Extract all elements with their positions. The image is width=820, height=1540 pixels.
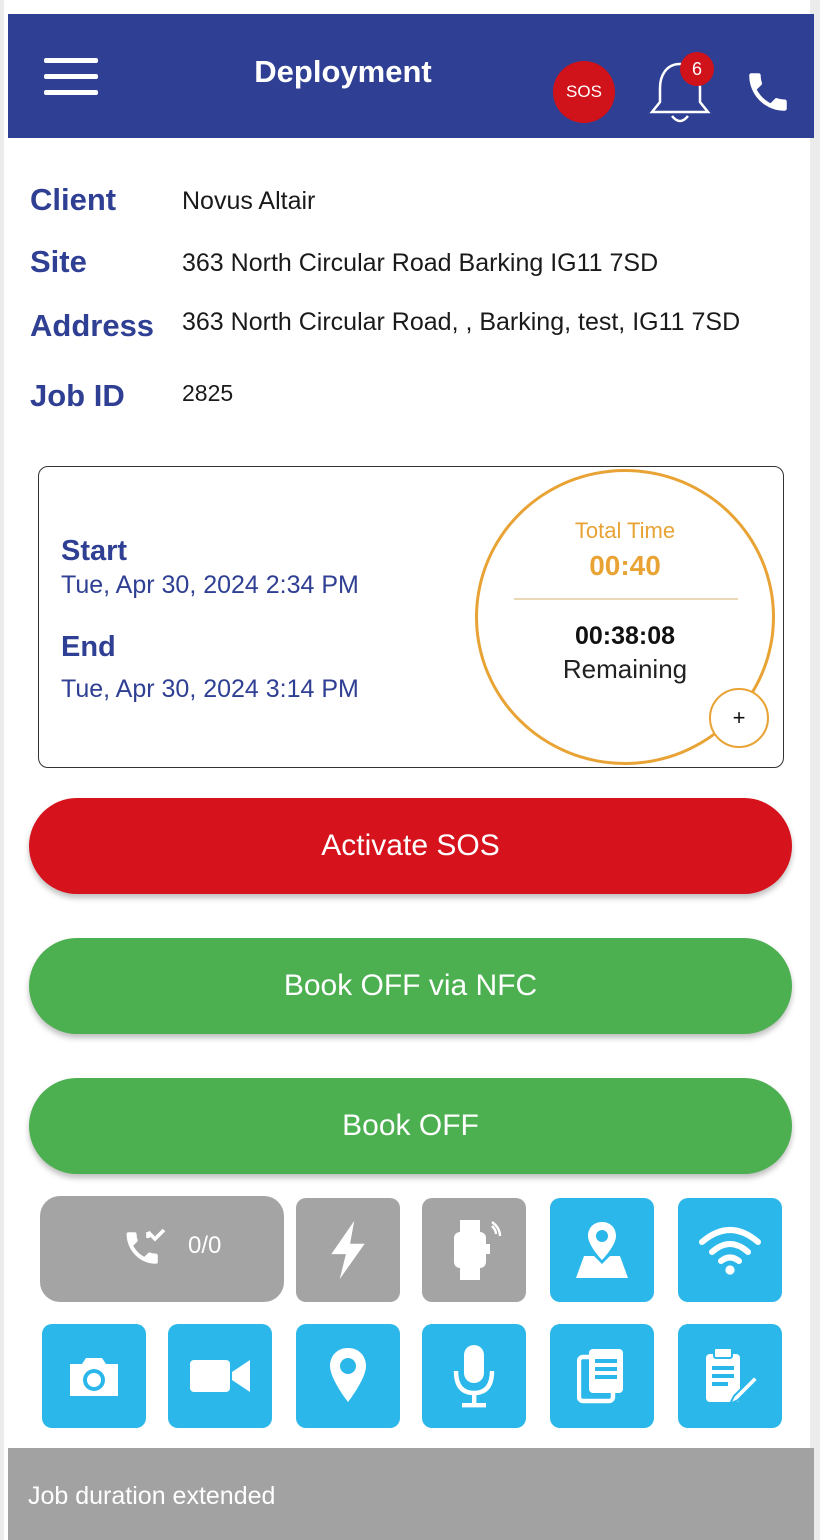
clipboard-tile[interactable] [678,1324,782,1428]
total-time-value: 00:40 [589,550,661,581]
microphone-icon [453,1345,495,1408]
start-label: Start [61,535,128,567]
notification-badge: 6 [680,52,714,86]
smartwatch-tile[interactable] [422,1198,526,1302]
calls-count: 0/0 [188,1232,222,1259]
map-tile[interactable] [550,1198,654,1302]
video-tile[interactable] [168,1324,272,1428]
status-toast: Job duration extended [8,1448,814,1540]
wifi-tile[interactable] [678,1198,782,1302]
flash-icon [331,1220,365,1280]
sos-quick-button[interactable]: SOS [553,61,615,123]
documents-icon [577,1349,623,1404]
camera-icon [70,1358,118,1396]
book-off-button[interactable]: Book OFF [29,1078,792,1174]
address-value: 363 North Circular Road, , Barking, test… [182,308,741,336]
page-title: Deployment [254,54,432,89]
clipboard-edit-icon [706,1347,758,1406]
camera-tile[interactable] [42,1324,146,1428]
app-bar: Deployment SOS 6 [8,14,814,138]
book-off-nfc-button[interactable]: Book OFF via NFC [29,938,792,1034]
end-value: Tue, Apr 30, 2024 3:14 PM [61,675,359,703]
remaining-time-label: Remaining [562,654,688,684]
calls-tile[interactable]: 0/0 [40,1196,284,1302]
address-label: Address [30,308,155,343]
documents-tile[interactable] [550,1324,654,1428]
wifi-icon [699,1227,761,1275]
hamburger-menu-icon[interactable] [44,58,98,98]
missed-call-icon [126,1228,166,1264]
app-screen: Deployment SOS 6 Client Novus Altair Sit… [0,0,820,1540]
ring-divider [514,598,738,600]
total-time-label: Total Time [574,518,676,543]
client-value: Novus Altair [182,187,316,215]
end-label: End [61,631,116,663]
client-label: Client [30,182,117,217]
status-message: Job duration extended [28,1482,276,1510]
job-id-value: 2825 [182,380,234,406]
remaining-time-value: 00:38:08 [574,622,676,650]
activate-sos-button[interactable]: Activate SOS [29,798,792,894]
microphone-tile[interactable] [422,1324,526,1428]
site-value: 363 North Circular Road Barking IG11 7SD [182,249,659,277]
flash-tile[interactable] [296,1198,400,1302]
extend-time-button[interactable]: + [709,688,769,748]
site-label: Site [30,244,87,279]
job-id-label: Job ID [30,378,125,413]
smartwatch-icon [454,1220,502,1280]
location-tile[interactable] [296,1324,400,1428]
location-icon [330,1348,366,1402]
schedule-card: Start Tue, Apr 30, 2024 2:34 PM End Tue,… [38,466,784,768]
video-icon [190,1360,250,1392]
map-pin-icon [576,1222,628,1278]
phone-icon[interactable] [743,66,793,118]
start-value: Tue, Apr 30, 2024 2:34 PM [61,571,359,599]
